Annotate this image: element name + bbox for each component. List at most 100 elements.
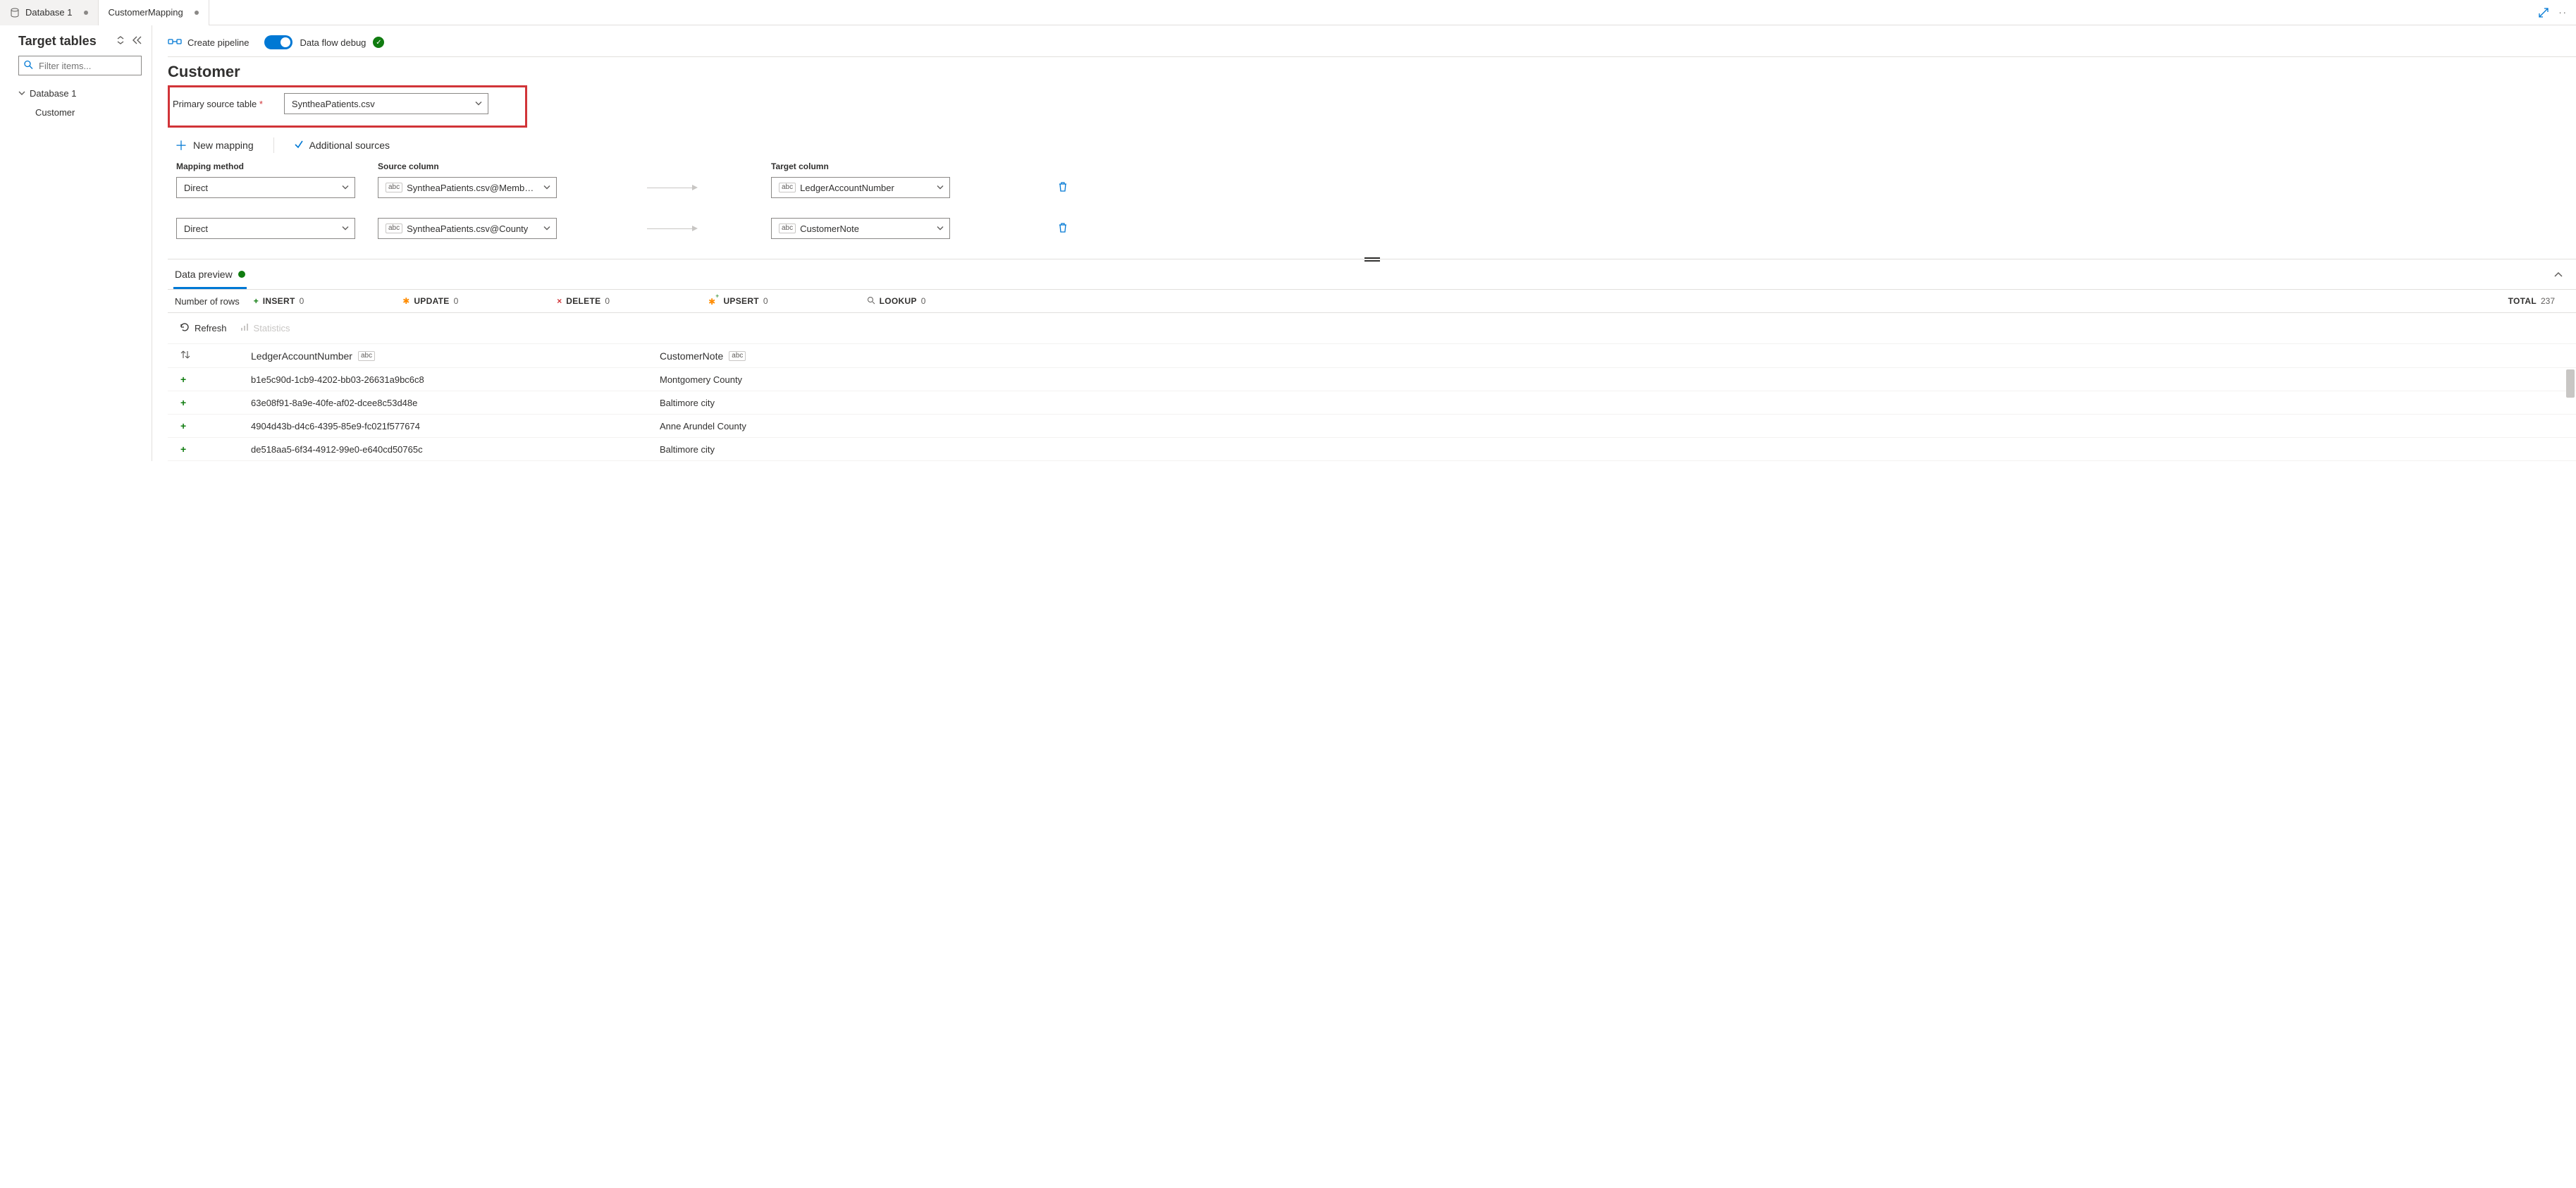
cell: Montgomery County xyxy=(660,374,2563,385)
tree-root-database[interactable]: Database 1 xyxy=(18,84,142,103)
database-icon xyxy=(10,8,20,18)
page-heading: Customer xyxy=(168,63,2576,81)
asterisk-icon: ✱ xyxy=(402,296,409,306)
collapse-sidebar-icon[interactable] xyxy=(132,36,142,47)
insert-marker-icon: + xyxy=(180,420,251,431)
chevron-down-icon xyxy=(543,183,550,193)
chevron-down-icon xyxy=(937,223,944,234)
mapping-method-select[interactable]: Direct xyxy=(176,218,355,239)
vertical-scrollbar[interactable] xyxy=(2566,369,2575,398)
mapping-method-select[interactable]: Direct xyxy=(176,177,355,198)
mapping-header-row: Mapping method Source column Target colu… xyxy=(176,161,2576,171)
delete-mapping-button[interactable] xyxy=(1057,181,1068,195)
chevron-updown-icon[interactable] xyxy=(116,35,125,47)
stat-total: TOTAL 237 xyxy=(2508,296,2555,306)
grid-row[interactable]: + 4904d43b-d4c6-4395-85e9-fc021f577674 A… xyxy=(168,415,2576,438)
data-preview-tab[interactable]: Data preview xyxy=(173,262,247,289)
column-header[interactable]: CustomerNote xyxy=(660,350,723,362)
column-header[interactable]: LedgerAccountNumber xyxy=(251,350,352,362)
create-pipeline-label: Create pipeline xyxy=(187,37,249,48)
source-column-select[interactable]: abc SyntheaPatients.csv@County xyxy=(378,218,557,239)
chevron-down-icon xyxy=(543,223,550,234)
row-stats-bar: Number of rows + INSERT 0 ✱ UPDATE 0 × D… xyxy=(168,290,2576,313)
collapse-pane-icon[interactable] xyxy=(2553,270,2563,281)
sort-icon[interactable] xyxy=(180,350,251,362)
chevron-down-icon xyxy=(475,99,482,109)
x-icon: × xyxy=(557,296,562,306)
content-toolbar: Create pipeline Data flow debug ✓ xyxy=(168,25,2576,57)
search-icon xyxy=(867,296,875,307)
cell: 4904d43b-d4c6-4395-85e9-fc021f577674 xyxy=(251,421,660,431)
additional-sources-button[interactable]: Additional sources xyxy=(294,140,390,152)
divider xyxy=(273,137,274,153)
mapping-row: Direct abc SyntheaPatients.csv@County ab… xyxy=(176,218,2576,239)
type-badge-icon: abc xyxy=(386,183,402,192)
more-icon[interactable]: ·· xyxy=(2558,7,2568,18)
drag-handle-icon xyxy=(1364,257,1380,262)
delete-mapping-button[interactable] xyxy=(1057,222,1068,235)
cell: 63e08f91-8a9e-40fe-af02-dcee8c53d48e xyxy=(251,398,660,408)
unsaved-dot-icon xyxy=(84,11,88,15)
grid-row[interactable]: + 63e08f91-8a9e-40fe-af02-dcee8c53d48e B… xyxy=(168,391,2576,415)
data-flow-debug-toggle[interactable] xyxy=(264,35,292,49)
chevron-down-icon xyxy=(937,183,944,193)
source-column-value: SyntheaPatients.csv@County xyxy=(407,223,528,234)
pane-splitter[interactable] xyxy=(168,259,2576,262)
chevron-down-icon xyxy=(18,88,25,99)
check-icon xyxy=(294,140,304,152)
target-column-value: LedgerAccountNumber xyxy=(800,183,894,193)
tree-item-label: Customer xyxy=(35,107,75,118)
mapping-method-value: Direct xyxy=(184,183,208,193)
type-badge-icon: abc xyxy=(779,183,796,192)
create-pipeline-button[interactable]: Create pipeline xyxy=(168,36,249,49)
tab-database-1[interactable]: Database 1 xyxy=(0,0,98,25)
data-preview-tab-label: Data preview xyxy=(175,269,233,280)
grid-row[interactable]: + b1e5c90d-1cb9-4202-bb03-26631a9bc6c8 M… xyxy=(168,368,2576,391)
target-column-value: CustomerNote xyxy=(800,223,859,234)
pipeline-icon xyxy=(168,36,182,49)
type-badge-icon: abc xyxy=(358,351,375,361)
refresh-button[interactable]: Refresh xyxy=(179,322,227,335)
target-column-select[interactable]: abc LedgerAccountNumber xyxy=(771,177,950,198)
tab-label: CustomerMapping xyxy=(109,7,183,18)
plus-icon: + xyxy=(254,296,259,306)
sidebar-title: Target tables xyxy=(18,34,109,49)
target-column-select[interactable]: abc CustomerNote xyxy=(771,218,950,239)
cell: Anne Arundel County xyxy=(660,421,2563,431)
refresh-label: Refresh xyxy=(195,323,227,333)
arrow-icon xyxy=(647,228,696,229)
plus-icon: ＋ xyxy=(175,136,187,154)
expand-icon[interactable] xyxy=(2539,8,2549,18)
source-column-value: SyntheaPatients.csv@Member id xyxy=(407,183,536,193)
stat-update: ✱ UPDATE 0 xyxy=(402,296,458,306)
primary-source-label: Primary source table * xyxy=(173,99,263,109)
chevron-down-icon xyxy=(342,223,349,234)
new-mapping-label: New mapping xyxy=(193,140,254,151)
tree-item-customer[interactable]: Customer xyxy=(18,103,142,122)
filter-input[interactable] xyxy=(18,56,142,75)
search-icon xyxy=(23,60,33,72)
primary-source-value: SyntheaPatients.csv xyxy=(292,99,375,109)
grid-header-row: LedgerAccountNumber abc CustomerNote abc xyxy=(168,344,2576,368)
new-mapping-button[interactable]: ＋ New mapping xyxy=(175,136,254,154)
primary-source-select[interactable]: SyntheaPatients.csv xyxy=(284,93,488,114)
tab-label: Database 1 xyxy=(25,7,73,18)
stat-delete: × DELETE 0 xyxy=(557,296,610,306)
unsaved-dot-icon xyxy=(195,11,199,15)
cell: b1e5c90d-1cb9-4202-bb03-26631a9bc6c8 xyxy=(251,374,660,385)
tab-customer-mapping[interactable]: CustomerMapping xyxy=(98,0,209,25)
grid-row[interactable]: + de518aa5-6f34-4912-99e0-e640cd50765c B… xyxy=(168,438,2576,461)
bar-chart-icon xyxy=(240,322,249,334)
sidebar: Target tables Database 1 Customer xyxy=(0,25,152,461)
stat-insert: + INSERT 0 xyxy=(254,296,304,306)
tabs-bar: Database 1 CustomerMapping ·· xyxy=(0,0,2576,25)
stat-upsert: ✱+ UPSERT 0 xyxy=(708,295,768,307)
statistics-button: Statistics xyxy=(240,322,290,334)
insert-marker-icon: + xyxy=(180,397,251,408)
source-column-select[interactable]: abc SyntheaPatients.csv@Member id xyxy=(378,177,557,198)
upsert-icon: ✱+ xyxy=(708,295,719,307)
number-of-rows-label: Number of rows xyxy=(175,296,240,307)
check-circle-icon: ✓ xyxy=(373,37,384,48)
mapping-header-target: Target column xyxy=(771,161,982,171)
mapping-header-source: Source column xyxy=(378,161,771,171)
